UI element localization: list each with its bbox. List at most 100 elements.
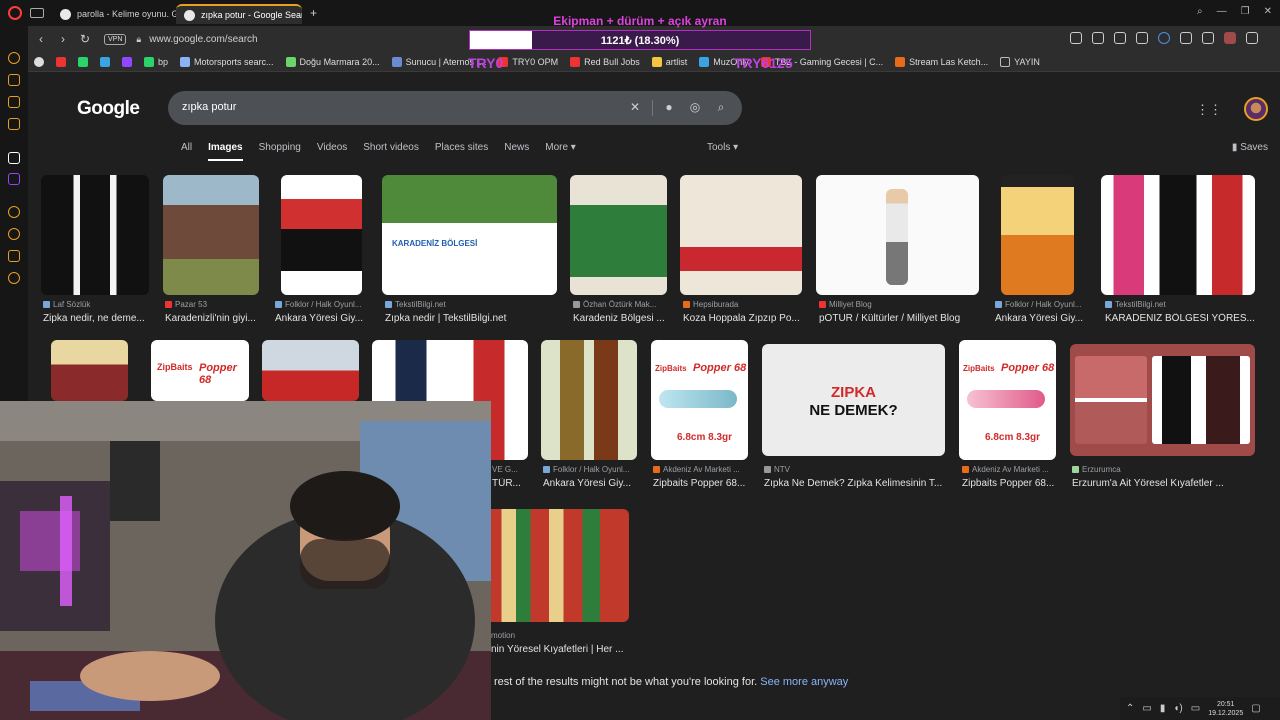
tab-shopping[interactable]: Shopping [259, 142, 301, 161]
result-image[interactable]: KARADENİZ BÖLGESİ [382, 175, 557, 295]
result-caption[interactable]: Ankara Yöresi Giy... [275, 313, 370, 324]
result-image[interactable]: ZipBaits Popper 68 [151, 340, 249, 401]
menu-icon[interactable] [1268, 32, 1272, 44]
clock[interactable]: 20:51 19.12.2025 [1208, 700, 1243, 718]
bookmark-item[interactable]: TRY0 OPM [498, 56, 558, 67]
result-caption[interactable]: Ankara Yöresi Giy... [995, 313, 1085, 324]
tab-parolla[interactable]: parolla - Kelime oyunu. G [52, 4, 176, 24]
result-source[interactable]: Laf Sözlük [43, 300, 147, 309]
tab-news[interactable]: News [504, 142, 529, 161]
result-image[interactable] [816, 175, 979, 295]
search-input[interactable]: zıpka potur [182, 101, 236, 113]
tab-short-videos[interactable]: Short videos [363, 142, 419, 161]
kick-bookmark-icon[interactable] [78, 56, 88, 67]
result-caption[interactable]: Zıpka nedir | TekstilBilgi.net [385, 313, 555, 324]
result-caption[interactable]: pOTUR / Kültürler / Milliyet Blog [819, 313, 979, 324]
bookmark-item[interactable]: Stream Las Ketch... [895, 56, 988, 67]
bookmark-folder[interactable]: YAYIN [1000, 56, 1040, 67]
tab-places-sites[interactable]: Places sites [435, 142, 488, 161]
result-image[interactable]: ZipBaits Popper 68 6.8cm 8.3gr [959, 340, 1056, 460]
sidebar-player-icon[interactable] [8, 206, 20, 218]
result-image[interactable] [41, 175, 149, 295]
result-caption[interactable]: KARADENİZ BÖLGESİ YÖRES... [1105, 313, 1255, 324]
result-caption[interactable]: Zipbaits Popper 68... [962, 478, 1058, 489]
result-image[interactable] [541, 340, 637, 460]
download-icon[interactable] [1246, 32, 1258, 44]
search-box[interactable]: zıpka potur ✕ ● ◎ ⌕ [168, 91, 742, 125]
sidebar-wallet-icon[interactable] [8, 96, 20, 108]
result-source[interactable]: NTV [764, 465, 944, 474]
bookmark-icon[interactable] [100, 56, 110, 67]
microphone-tray-icon[interactable]: ▮ [1160, 703, 1166, 714]
sidebar-history-icon[interactable] [8, 228, 20, 240]
minimize-icon[interactable]: — [1217, 6, 1227, 17]
result-caption[interactable]: nin Yöresel Kıyafetleri | Her ... [491, 644, 631, 655]
back-icon[interactable]: ‹ [32, 32, 50, 46]
snapshot-icon[interactable] [1092, 32, 1104, 44]
result-source[interactable]: Pazar 53 [165, 300, 259, 309]
new-tab-button[interactable]: + [310, 6, 317, 20]
account-avatar[interactable] [1244, 97, 1268, 121]
result-image[interactable] [1070, 344, 1255, 456]
sidebar-twitch-icon[interactable] [8, 173, 20, 185]
microphone-icon[interactable]: ● [662, 100, 676, 114]
result-source[interactable]: TekstilBilgi.net [385, 300, 555, 309]
result-caption[interactable]: Zıpka Ne Demek? Zıpka Kelimesinin T... [764, 478, 944, 489]
result-caption[interactable]: Koza Hoppala Zıpzıp Po... [683, 313, 803, 324]
sidebar-m-icon[interactable] [8, 118, 20, 130]
bookmark-icon[interactable] [122, 56, 132, 67]
sidebar-workspace-icon[interactable] [8, 74, 20, 86]
heart-icon[interactable] [1136, 32, 1148, 44]
tab-google-search[interactable]: zıpka potur - Google Sear [176, 4, 302, 24]
sidebar-extensions-icon[interactable] [8, 250, 20, 262]
result-caption[interactable]: TÜR... [492, 478, 528, 489]
result-image[interactable] [484, 509, 629, 622]
saves-button[interactable]: ▮ Saves [1232, 142, 1268, 153]
sidebar-settings-icon[interactable] [8, 272, 20, 284]
reload-icon[interactable]: ↻ [76, 32, 94, 46]
forward-icon[interactable]: › [54, 32, 72, 46]
extension-icon[interactable] [1158, 32, 1170, 44]
result-source[interactable]: Erzurumca [1072, 465, 1252, 474]
maximize-icon[interactable]: ❐ [1241, 6, 1250, 17]
result-image[interactable] [680, 175, 802, 295]
tab-all[interactable]: All [181, 142, 192, 161]
notifications-icon[interactable]: ▢ [1251, 703, 1260, 714]
search-tabs-icon[interactable]: ⌕ [1197, 6, 1203, 17]
tray-chevron-icon[interactable]: ⌃ [1126, 703, 1134, 714]
extension2-icon[interactable] [1180, 32, 1192, 44]
youtube-bookmark-icon[interactable] [56, 56, 66, 67]
bookmark-item[interactable]: Doğu Marmara 20... [285, 56, 380, 67]
result-caption[interactable]: Erzurum'a Ait Yöresel Kıyafetler ... [1072, 478, 1252, 489]
result-image[interactable] [1101, 175, 1255, 295]
profile-icon[interactable] [1224, 32, 1236, 44]
result-source[interactable]: VE G... [492, 465, 528, 474]
google-logo[interactable]: Google [77, 98, 140, 120]
result-caption[interactable]: Karadeniz Bölgesi ... [573, 313, 666, 324]
tab-images[interactable]: Images [208, 142, 243, 161]
tab-more[interactable]: More ▾ [545, 142, 576, 161]
result-source[interactable]: Milliyet Blog [819, 300, 979, 309]
result-image[interactable] [163, 175, 259, 295]
tab-videos[interactable]: Videos [317, 142, 347, 161]
result-image[interactable] [281, 175, 362, 295]
result-source[interactable]: TekstilBilgi.net [1105, 300, 1255, 309]
result-source[interactable]: Hepsiburada [683, 300, 803, 309]
opera-menu-icon[interactable] [8, 6, 22, 20]
result-source[interactable]: Folklor / Halk Oyunl... [275, 300, 370, 309]
result-image[interactable] [570, 175, 667, 295]
result-image[interactable] [1001, 175, 1074, 295]
search-icon[interactable]: ⌕ [714, 100, 728, 114]
clear-icon[interactable]: ✕ [628, 100, 642, 114]
sidebar-app-icon[interactable] [8, 152, 20, 164]
google-bookmark-icon[interactable] [34, 56, 44, 67]
result-source[interactable]: Özhan Öztürk Mak... [573, 300, 666, 309]
result-caption[interactable]: Zipbaits Popper 68... [653, 478, 749, 489]
tools-button[interactable]: Tools ▾ [707, 142, 738, 153]
vpn-badge[interactable]: VPN [104, 33, 127, 45]
lens-icon[interactable]: ◎ [688, 100, 702, 114]
result-source[interactable]: Akdeniz Av Marketi ... [962, 465, 1058, 474]
close-window-icon[interactable]: ✕ [1264, 6, 1272, 17]
result-image[interactable]: ZipBaits Popper 68 6.8cm 8.3gr [651, 340, 748, 460]
puzzle-icon[interactable] [1202, 32, 1214, 44]
